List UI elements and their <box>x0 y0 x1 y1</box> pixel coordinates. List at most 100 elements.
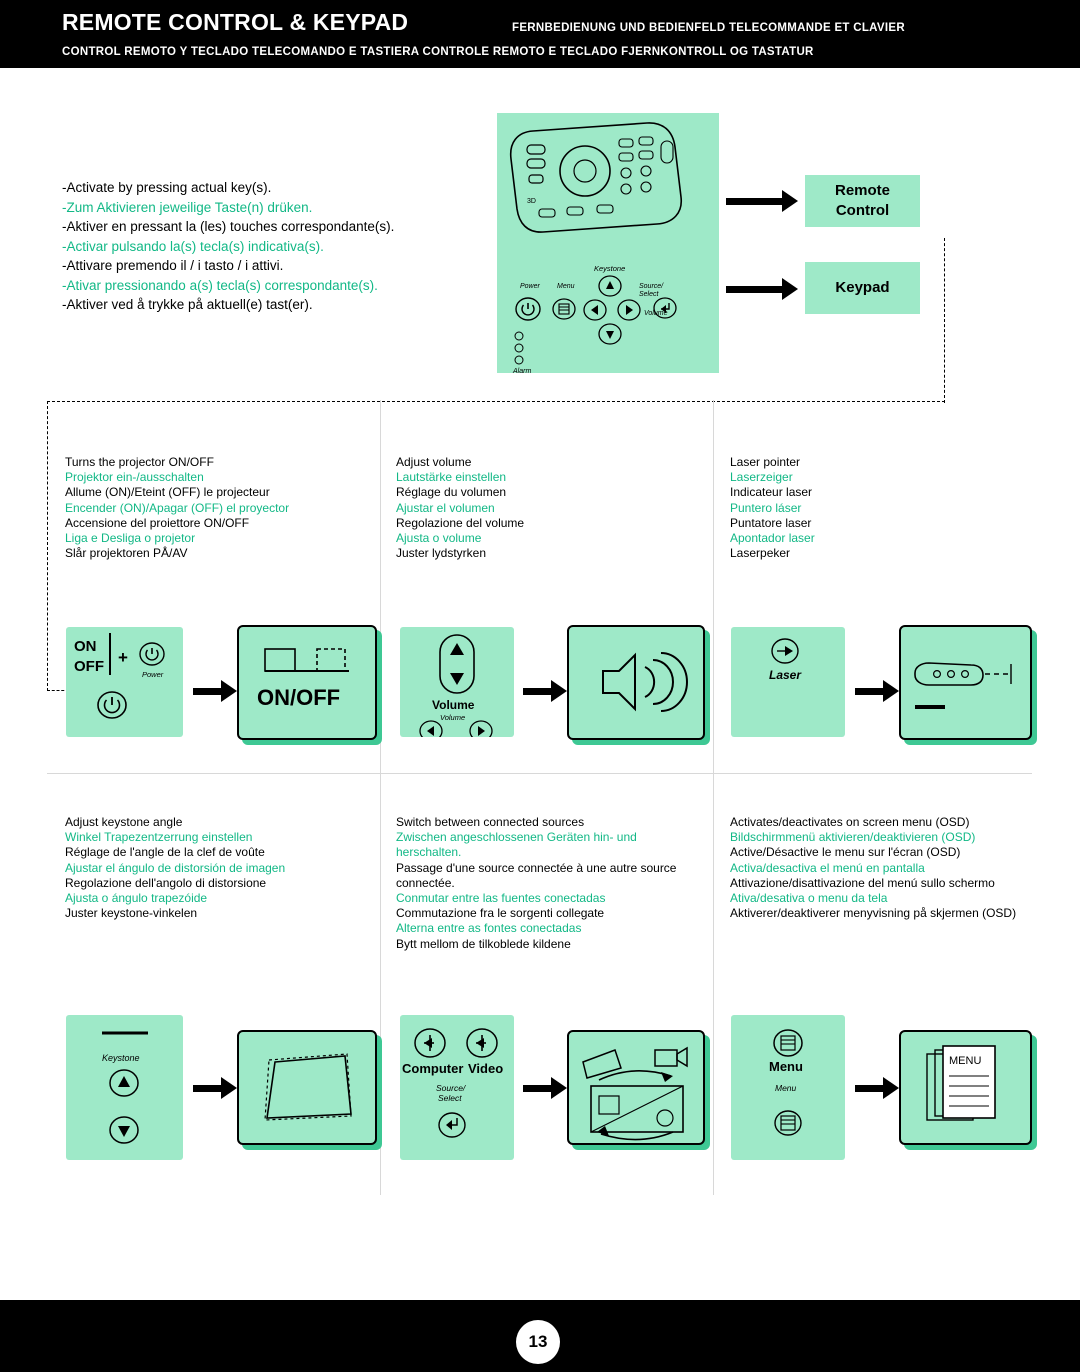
intro-line-5: -Ativar pressionando a(s) tecla(s) corre… <box>62 277 378 293</box>
cell-keystone-line-5: Ajusta o ángulo trapezóide <box>65 891 208 906</box>
cell-text-laser: Laser pointer Laserzeiger Indicateur laser… <box>730 455 1030 561</box>
svg-text:Select: Select <box>438 1093 462 1103</box>
laser-result-panel <box>899 625 1032 740</box>
intro-instructions: -Activate by pressing actual key(s). -Zum… <box>62 178 482 315</box>
arrow-menu <box>855 1077 899 1099</box>
remote-callout-line1: Remote <box>834 182 890 199</box>
cell-keystone-line-6: Juster keystone-vinkelen <box>65 906 198 921</box>
svg-text:Power: Power <box>520 283 541 290</box>
cell-power-line-5: Liga e Desliga o projetor <box>65 531 196 546</box>
intro-line-0: -Activate by pressing actual key(s). <box>62 180 272 195</box>
intro-line-6: -Aktiver ved å trykke på aktuell(e) tast… <box>62 297 313 312</box>
cell-source-line-5: Alterna entre as fontes conectadas <box>396 921 582 936</box>
header-subtitle-right: FERNBEDIENUNG UND BEDIENFELD TELECOMMAND… <box>512 22 905 34</box>
keypad-illustration: Keystone Power Menu Source/ Select Volum… <box>497 238 719 373</box>
cell-power-line-6: Slår projektoren PÅ/AV <box>65 546 188 561</box>
cell-menu-line-2: Active/Désactive le menu sur l'écran (OS… <box>730 845 961 860</box>
svg-text:Keystone: Keystone <box>594 264 625 273</box>
remote-callout-line2: Control <box>835 202 890 219</box>
cell-menu-line-6: Aktiverer/deaktiverer menyvisning på skj… <box>730 906 1017 921</box>
cell-keystone-line-4: Regolazione dell'angolo di distorsione <box>65 875 267 890</box>
cell-text-source: Switch between connected sources Zwischen… <box>396 815 696 952</box>
svg-text:Keystone: Keystone <box>102 1053 140 1063</box>
cell-source-line-1: Zwischen angeschlossenen Geräten hin- un… <box>396 830 637 860</box>
svg-text:Computer: Computer <box>402 1061 463 1076</box>
cell-volume-line-5: Ajusta o volume <box>396 531 482 546</box>
cell-source-line-0: Switch between connected sources <box>396 815 585 829</box>
menu-key-panel: Menu Menu <box>731 1015 845 1160</box>
cell-keystone-line-0: Adjust keystone angle <box>65 815 183 829</box>
svg-text:Volume: Volume <box>440 713 465 722</box>
cell-volume-line-1: Lautstärke einstellen <box>396 470 507 485</box>
svg-text:Alarm: Alarm <box>512 368 531 373</box>
svg-text:Source/: Source/ <box>436 1083 467 1093</box>
svg-text:ON: ON <box>74 638 97 655</box>
svg-text:Laser: Laser <box>769 668 802 682</box>
arrow-source <box>523 1077 567 1099</box>
menu-result-panel: MENU <box>899 1030 1032 1145</box>
cell-volume-line-6: Juster lydstyrken <box>396 546 487 561</box>
grid-divider-v2 <box>713 400 714 1195</box>
cell-volume-line-2: Réglage du volumen <box>396 485 507 500</box>
cell-laser-line-5: Apontador laser <box>730 531 815 546</box>
arrow-laser <box>855 680 899 702</box>
svg-text:Source/: Source/ <box>639 283 664 290</box>
cell-menu-line-1: Bildschirmmenü aktivieren/deaktivieren (… <box>730 830 976 845</box>
arrow-volume <box>523 680 567 702</box>
power-key-panel: ON OFF + Power <box>66 627 183 737</box>
cell-volume-line-0: Adjust volume <box>396 455 472 469</box>
svg-text:Select: Select <box>639 291 660 298</box>
cell-laser-line-6: Laserpeker <box>730 546 791 561</box>
svg-text:MENU: MENU <box>949 1055 981 1067</box>
cell-menu-line-3: Activa/desactiva el menú en pantalla <box>730 860 925 875</box>
keypad-callout-label: Keypad <box>835 279 890 296</box>
svg-text:Video: Video <box>468 1061 503 1076</box>
svg-text:OFF: OFF <box>74 658 104 675</box>
header-subtitle-bottom: CONTROL REMOTO Y TECLADO TELECOMANDO E T… <box>62 46 814 58</box>
cell-power-line-0: Turns the projector ON/OFF <box>65 455 214 469</box>
arrow-keystone <box>193 1077 237 1099</box>
cell-text-menu: Activates/deactivates on screen menu (OS… <box>730 815 1030 921</box>
cell-keystone-line-1: Winkel Trapezentzerrung einstellen <box>65 830 253 845</box>
svg-text:Power: Power <box>142 670 164 679</box>
cell-volume-line-4: Regolazione del volume <box>396 515 525 530</box>
cell-laser-line-2: Indicateur laser <box>730 485 813 500</box>
volume-result-panel <box>567 625 705 740</box>
keystone-key-panel: Keystone <box>66 1015 183 1160</box>
cell-menu-line-4: Attivazione/disattivazione del menú sull… <box>730 875 995 890</box>
cell-power-line-3: Encender (ON)/Apagar (OFF) el proyector <box>65 500 290 515</box>
intro-line-3: -Activar pulsando la(s) tecla(s) indicat… <box>62 238 324 254</box>
volume-key-panel: Volume Volume <box>400 627 514 737</box>
cell-power-line-1: Projektor ein-/ausschalten <box>65 470 204 485</box>
cell-source-line-4: Commutazione fra le sorgenti collegate <box>396 906 605 921</box>
intro-line-4: -Attivare premendo il / i tasto / i atti… <box>62 258 284 273</box>
svg-text:ON/OFF: ON/OFF <box>257 685 340 710</box>
svg-text:Volume: Volume <box>432 698 475 712</box>
source-key-panel: Computer Video Source/ Select <box>400 1015 514 1160</box>
arrow-power <box>193 680 237 702</box>
grid-divider-h1 <box>47 773 1032 774</box>
svg-text:Menu: Menu <box>775 1083 797 1093</box>
power-result-panel: ON/OFF <box>237 625 377 740</box>
cell-power-line-4: Accensione del proiettore ON/OFF <box>65 515 250 530</box>
cell-laser-line-3: Puntero láser <box>730 500 802 515</box>
cell-menu-line-5: Ativa/desativa o menu da tela <box>730 891 888 906</box>
keypad-callout: Keypad <box>805 262 920 314</box>
cell-laser-line-0: Laser pointer <box>730 455 801 469</box>
cell-text-power: Turns the projector ON/OFF Projektor ein-… <box>65 455 365 561</box>
svg-text:Menu: Menu <box>557 283 575 290</box>
cell-volume-line-3: Ajustar el volumen <box>396 500 495 515</box>
arrow-to-remote-callout <box>726 190 798 212</box>
cell-keystone-line-3: Ajustar el ángulo de distorsión de image… <box>65 860 286 875</box>
cell-source-line-2: Passage d'une source connectée à une aut… <box>396 860 677 890</box>
page-title: REMOTE CONTROL & KEYPAD <box>62 9 409 35</box>
cell-menu-line-0: Activates/deactivates on screen menu (OS… <box>730 815 970 829</box>
source-result-panel <box>567 1030 705 1145</box>
cell-source-line-3: Conmutar entre las fuentes conectadas <box>396 891 606 906</box>
cell-text-keystone: Adjust keystone angle Winkel Trapezentzer… <box>65 815 365 921</box>
page-header: REMOTE CONTROL & KEYPAD FERNBEDIENUNG UN… <box>0 0 1080 72</box>
cell-laser-line-4: Puntatore laser <box>730 515 812 530</box>
header-divider <box>0 68 1080 72</box>
cell-source-line-6: Bytt mellom de tilkoblede kildene <box>396 936 571 951</box>
cell-text-volume: Adjust volume Lautstärke einstellen Réglag… <box>396 455 696 561</box>
